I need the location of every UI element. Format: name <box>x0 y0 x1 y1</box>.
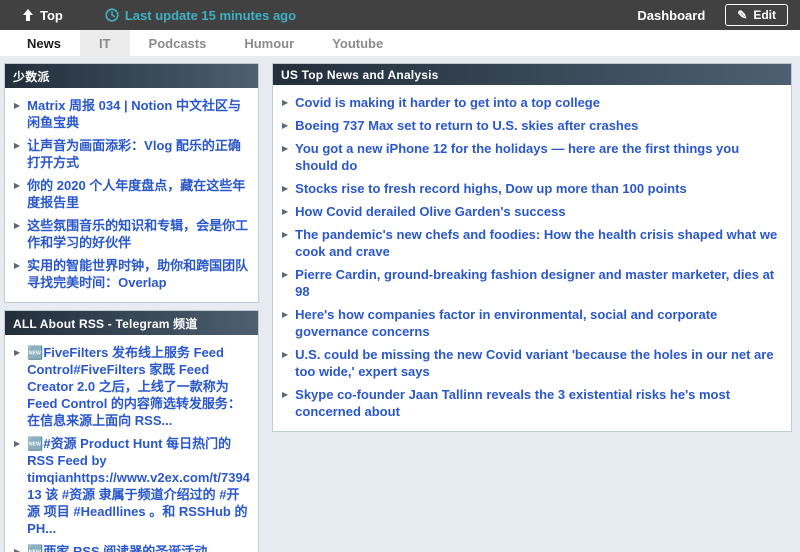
triangle-right-icon[interactable] <box>278 180 288 197</box>
article-link[interactable]: 🆕#资源 Product Hunt 每日热门的 RSS Feed by timq… <box>27 435 250 537</box>
article-link[interactable]: Skype co-founder Jaan Tallinn reveals th… <box>295 386 783 420</box>
last-update-status[interactable]: Last update 15 minutes ago <box>105 8 296 23</box>
article-link[interactable]: 你的 2020 个人年度盘点，藏在这些年度报告里 <box>27 177 250 211</box>
feed-item: Pierre Cardin, ground-breaking fashion d… <box>278 263 783 303</box>
tab-humour[interactable]: Humour <box>225 30 313 56</box>
triangle-right-icon[interactable] <box>278 346 288 363</box>
triangle-right-icon[interactable] <box>10 435 20 452</box>
feed-item: Matrix 周报 034 | Notion 中文社区与闲鱼宝典 <box>10 94 250 134</box>
feed-item: 这些氛围音乐的知识和专辑，会是你工作和学习的好伙伴 <box>10 214 250 254</box>
dashboard-content: 少数派 Matrix 周报 034 | Notion 中文社区与闲鱼宝典 让声音… <box>0 56 800 552</box>
article-list: Covid is making it harder to get into a … <box>273 85 791 431</box>
last-update-label: Last update 15 minutes ago <box>125 8 296 23</box>
pencil-icon: ✎ <box>737 9 747 21</box>
triangle-right-icon[interactable] <box>278 386 288 403</box>
triangle-right-icon[interactable] <box>278 203 288 220</box>
article-link[interactable]: Here's how companies factor in environme… <box>295 306 783 340</box>
triangle-right-icon[interactable] <box>278 117 288 134</box>
tab-it[interactable]: IT <box>80 30 130 56</box>
triangle-right-icon[interactable] <box>10 257 20 274</box>
triangle-right-icon[interactable] <box>10 97 20 114</box>
triangle-right-icon[interactable] <box>10 344 20 361</box>
edit-button[interactable]: ✎ Edit <box>725 4 788 26</box>
scroll-to-top-button[interactable]: Top <box>22 8 63 23</box>
article-link[interactable]: Stocks rise to fresh record highs, Dow u… <box>295 180 687 197</box>
triangle-right-icon[interactable] <box>278 140 288 157</box>
feed-item: Here's how companies factor in environme… <box>278 303 783 343</box>
feed-item: 你的 2020 个人年度盘点，藏在这些年度报告里 <box>10 174 250 214</box>
feed-item: 🆕#资源 Product Hunt 每日热门的 RSS Feed by timq… <box>10 432 250 540</box>
feed-item: You got a new iPhone 12 for the holidays… <box>278 137 783 177</box>
feed-panel-shaoshupai: 少数派 Matrix 周报 034 | Notion 中文社区与闲鱼宝典 让声音… <box>4 63 259 303</box>
article-link[interactable]: Covid is making it harder to get into a … <box>295 94 600 111</box>
dashboard-link[interactable]: Dashboard <box>637 8 705 23</box>
article-link[interactable]: 这些氛围音乐的知识和专辑，会是你工作和学习的好伙伴 <box>27 217 250 251</box>
tab-youtube[interactable]: Youtube <box>313 30 402 56</box>
category-tab-bar: News IT Podcasts Humour Youtube <box>0 30 800 56</box>
article-link[interactable]: 让声音为画面添彩：Vlog 配乐的正确打开方式 <box>27 137 250 171</box>
feed-item: 实用的智能世界时钟，助你和跨国团队寻找完美时间：Overlap <box>10 254 250 294</box>
feed-item: Boeing 737 Max set to return to U.S. ski… <box>278 114 783 137</box>
triangle-right-icon[interactable] <box>10 543 20 552</box>
right-column: US Top News and Analysis Covid is making… <box>272 63 792 432</box>
article-link[interactable]: U.S. could be missing the new Covid vari… <box>295 346 783 380</box>
triangle-right-icon[interactable] <box>278 306 288 323</box>
panel-title: 少数派 <box>5 64 258 88</box>
article-link[interactable]: Pierre Cardin, ground-breaking fashion d… <box>295 266 783 300</box>
left-column: 少数派 Matrix 周报 034 | Notion 中文社区与闲鱼宝典 让声音… <box>4 63 259 552</box>
feed-item: The pandemic's new chefs and foodies: Ho… <box>278 223 783 263</box>
top-bar: Top Last update 15 minutes ago Dashboard… <box>0 0 800 30</box>
triangle-right-icon[interactable] <box>278 266 288 283</box>
article-link[interactable]: Matrix 周报 034 | Notion 中文社区与闲鱼宝典 <box>27 97 250 131</box>
panel-title: US Top News and Analysis <box>273 64 791 85</box>
feed-item: 让声音为画面添彩：Vlog 配乐的正确打开方式 <box>10 134 250 174</box>
panel-title: ALL About RSS - Telegram 频道 <box>5 311 258 335</box>
tab-podcasts[interactable]: Podcasts <box>130 30 226 56</box>
feed-item: How Covid derailed Olive Garden's succes… <box>278 200 783 223</box>
top-label: Top <box>40 8 63 23</box>
tab-news[interactable]: News <box>8 30 80 56</box>
feed-item: 🆕两家 RSS 阅读器的圣诞活动 ◆#Android #RSS阅读器 #APP … <box>10 540 250 552</box>
triangle-right-icon[interactable] <box>10 217 20 234</box>
article-list: Matrix 周报 034 | Notion 中文社区与闲鱼宝典 让声音为画面添… <box>5 88 258 302</box>
feed-item: U.S. could be missing the new Covid vari… <box>278 343 783 383</box>
triangle-right-icon[interactable] <box>278 94 288 111</box>
triangle-right-icon[interactable] <box>10 177 20 194</box>
article-link[interactable]: 实用的智能世界时钟，助你和跨国团队寻找完美时间：Overlap <box>27 257 250 291</box>
article-link[interactable]: How Covid derailed Olive Garden's succes… <box>295 203 565 220</box>
clock-icon <box>105 8 119 22</box>
feed-panel-all-about-rss: ALL About RSS - Telegram 频道 🆕FiveFilters… <box>4 310 259 552</box>
article-link[interactable]: 🆕FiveFilters 发布线上服务 Feed Control#FiveFil… <box>27 344 250 429</box>
up-arrow-icon <box>22 9 34 21</box>
article-link[interactable]: The pandemic's new chefs and foodies: Ho… <box>295 226 783 260</box>
article-link[interactable]: You got a new iPhone 12 for the holidays… <box>295 140 783 174</box>
topbar-right-group: Dashboard ✎ Edit <box>637 4 788 26</box>
feed-item: Skype co-founder Jaan Tallinn reveals th… <box>278 383 783 423</box>
feed-panel-us-top-news: US Top News and Analysis Covid is making… <box>272 63 792 432</box>
article-list: 🆕FiveFilters 发布线上服务 Feed Control#FiveFil… <box>5 335 258 552</box>
feed-item: Covid is making it harder to get into a … <box>278 91 783 114</box>
feed-item: 🆕FiveFilters 发布线上服务 Feed Control#FiveFil… <box>10 341 250 432</box>
triangle-right-icon[interactable] <box>278 226 288 243</box>
triangle-right-icon[interactable] <box>10 137 20 154</box>
article-link[interactable]: 🆕两家 RSS 阅读器的圣诞活动 ◆#Android #RSS阅读器 #APP … <box>27 543 250 552</box>
feed-item: Stocks rise to fresh record highs, Dow u… <box>278 177 783 200</box>
edit-button-label: Edit <box>753 8 776 22</box>
article-link[interactable]: Boeing 737 Max set to return to U.S. ski… <box>295 117 638 134</box>
